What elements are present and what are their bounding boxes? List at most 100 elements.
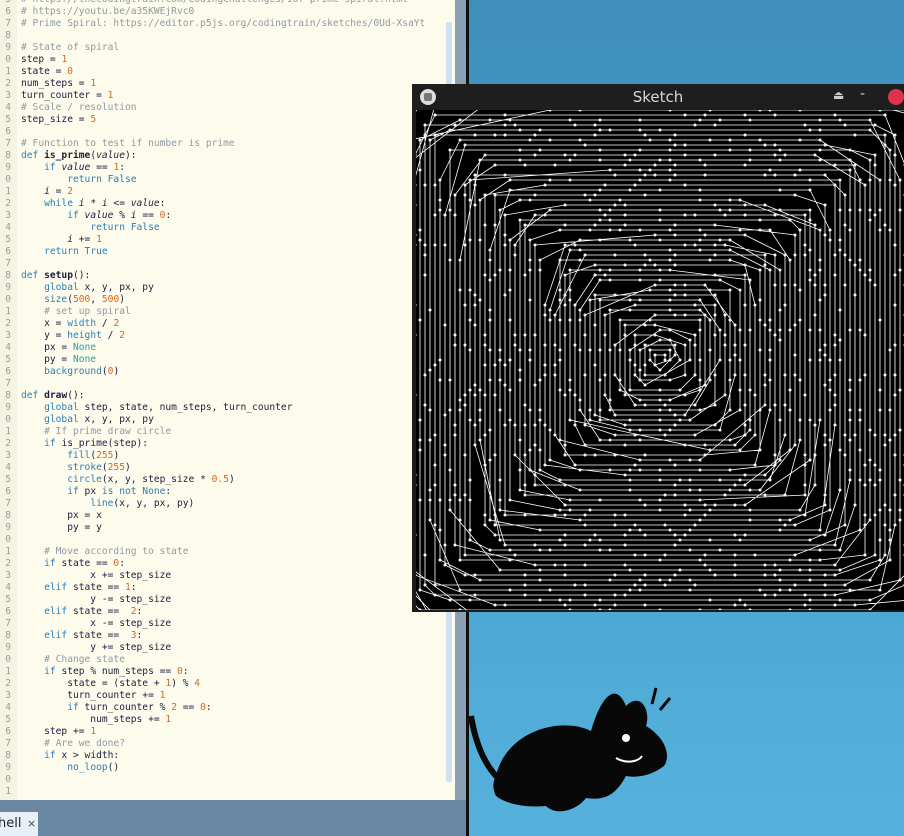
code-line[interactable]: # Function to test if number is prime: [21, 138, 441, 150]
code-line[interactable]: # If prime draw circle: [21, 426, 441, 438]
code-line[interactable]: state = 0: [21, 66, 441, 78]
close-icon[interactable]: ×: [27, 812, 36, 836]
code-line[interactable]: y -= step_size: [21, 594, 441, 606]
code-line[interactable]: global x, y, px, py: [21, 414, 441, 426]
code-line[interactable]: if step % num_steps == 0:: [21, 666, 441, 678]
sketch-canvas[interactable]: [416, 110, 904, 610]
code-line[interactable]: i = 2: [21, 186, 441, 198]
line-number: 4: [5, 102, 11, 113]
code-line[interactable]: # Prime Spiral: https://editor.p5js.org/…: [21, 18, 441, 30]
code-line[interactable]: elif state == 3:: [21, 630, 441, 642]
code-line[interactable]: return True: [21, 246, 441, 258]
code-line[interactable]: # State of spiral: [21, 42, 441, 54]
line-number: 1: [5, 546, 11, 557]
line-number: 2: [5, 198, 11, 209]
code-line[interactable]: # Scale / resolution: [21, 102, 441, 114]
code-line[interactable]: py = None: [21, 354, 441, 366]
code-line[interactable]: y = height / 2: [21, 330, 441, 342]
code-line[interactable]: return False: [21, 174, 441, 186]
shell-tab[interactable]: hell ×: [0, 812, 38, 836]
code-line[interactable]: [21, 774, 441, 786]
line-number: 8: [5, 510, 11, 521]
line-number: 8: [5, 270, 11, 281]
line-number: 2: [5, 78, 11, 89]
code-line[interactable]: if x > width:: [21, 750, 441, 762]
code-line[interactable]: turn_counter += 1: [21, 690, 441, 702]
code-line[interactable]: while i * i <= value:: [21, 198, 441, 210]
line-number: 7: [5, 138, 11, 149]
code-line[interactable]: x -= step_size: [21, 618, 441, 630]
line-number: 0: [5, 54, 11, 65]
code-line[interactable]: [21, 258, 441, 270]
code-line[interactable]: return False: [21, 222, 441, 234]
code-line[interactable]: i += 1: [21, 234, 441, 246]
line-number: 2: [5, 678, 11, 689]
code-line[interactable]: # set up spiral: [21, 306, 441, 318]
code-line[interactable]: step += 1: [21, 726, 441, 738]
line-number: 1: [5, 306, 11, 317]
code-line[interactable]: x = width / 2: [21, 318, 441, 330]
code-line[interactable]: def is_prime(value):: [21, 150, 441, 162]
line-number: 0: [5, 774, 11, 785]
code-line[interactable]: [21, 534, 441, 546]
line-number: 5: [5, 714, 11, 725]
code-line[interactable]: num_steps += 1: [21, 714, 441, 726]
code-editor[interactable]: 5678901234567890123456789012345678901234…: [0, 0, 455, 800]
code-line[interactable]: if is_prime(step):: [21, 438, 441, 450]
code-line[interactable]: step = 1: [21, 54, 441, 66]
code-line[interactable]: stroke(255): [21, 462, 441, 474]
code-line[interactable]: elif state == 2:: [21, 606, 441, 618]
line-number: 0: [5, 534, 11, 545]
code-line[interactable]: global step, state, num_steps, turn_coun…: [21, 402, 441, 414]
code-line[interactable]: # Are we done?: [21, 738, 441, 750]
code-line[interactable]: # https://youtu.be/a35KWEjRvc0: [21, 6, 441, 18]
code-line[interactable]: x += step_size: [21, 570, 441, 582]
code-line[interactable]: px = None: [21, 342, 441, 354]
close-icon[interactable]: [888, 89, 904, 105]
line-number: 6: [5, 6, 11, 17]
code-line[interactable]: if state == 0:: [21, 558, 441, 570]
code-line[interactable]: py = y: [21, 522, 441, 534]
code-line[interactable]: step_size = 5: [21, 114, 441, 126]
code-line[interactable]: circle(x, y, step_size * 0.5): [21, 474, 441, 486]
code-line[interactable]: background(0): [21, 366, 441, 378]
code-line[interactable]: def draw():: [21, 390, 441, 402]
sketch-titlebar[interactable]: Sketch ⏏ ‐: [412, 84, 904, 110]
code-line[interactable]: num_steps = 1: [21, 78, 441, 90]
code-line[interactable]: line(x, y, px, py): [21, 498, 441, 510]
code-line[interactable]: def setup():: [21, 270, 441, 282]
code-line[interactable]: if turn_counter % 2 == 0:: [21, 702, 441, 714]
line-number: 1: [5, 666, 11, 677]
code-line[interactable]: y += step_size: [21, 642, 441, 654]
code-line[interactable]: turn_counter = 1: [21, 90, 441, 102]
code-line[interactable]: px = x: [21, 510, 441, 522]
eject-icon[interactable]: ⏏: [833, 88, 844, 102]
code-line[interactable]: elif state == 1:: [21, 582, 441, 594]
line-number: 9: [5, 642, 11, 653]
line-number: 7: [5, 738, 11, 749]
code-text[interactable]: # https://thecodingtrain.com/CodingChall…: [21, 0, 441, 798]
code-line[interactable]: # Move according to state: [21, 546, 441, 558]
code-line[interactable]: global x, y, px, py: [21, 282, 441, 294]
line-number: 3: [5, 690, 11, 701]
line-number: 8: [5, 150, 11, 161]
shell-tab-label: hell: [0, 816, 22, 831]
code-line[interactable]: no_loop(): [21, 762, 441, 774]
code-line[interactable]: [21, 126, 441, 138]
line-number: 3: [5, 450, 11, 461]
minimize-icon[interactable]: ‐: [860, 86, 865, 102]
code-line[interactable]: state = (state + 1) % 4: [21, 678, 441, 690]
line-number: 9: [5, 522, 11, 533]
code-line[interactable]: [21, 378, 441, 390]
code-line[interactable]: if value == 1:: [21, 162, 441, 174]
code-line[interactable]: # Change state: [21, 654, 441, 666]
line-number: 4: [5, 582, 11, 593]
code-line[interactable]: [21, 786, 441, 798]
code-line[interactable]: if value % i == 0:: [21, 210, 441, 222]
code-line[interactable]: fill(255): [21, 450, 441, 462]
sketch-window[interactable]: Sketch ⏏ ‐: [412, 84, 904, 612]
code-line[interactable]: [21, 30, 441, 42]
code-line[interactable]: size(500, 500): [21, 294, 441, 306]
code-line[interactable]: if px is not None:: [21, 486, 441, 498]
line-number: 1: [5, 66, 11, 77]
